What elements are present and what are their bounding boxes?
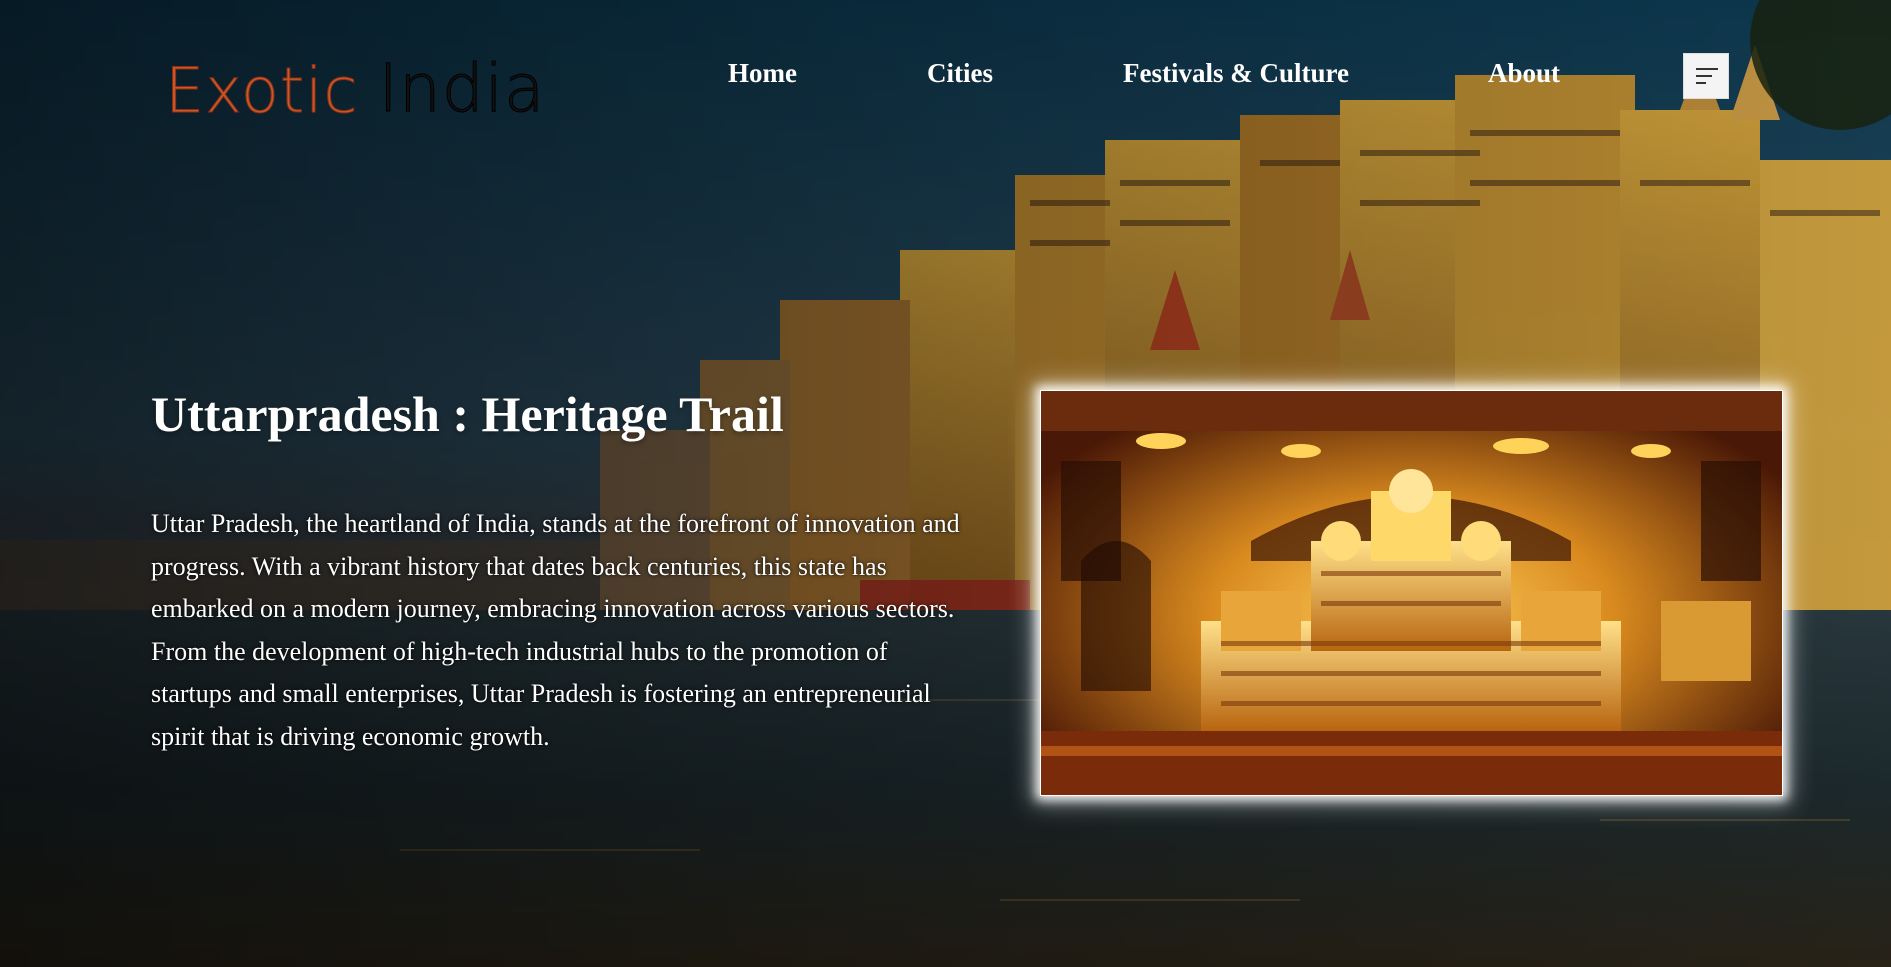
hamburger-menu-icon-line (1696, 75, 1712, 77)
page-title: Uttarpradesh : Heritage Trail (151, 386, 784, 442)
hamburger-menu-icon-line (1696, 82, 1706, 84)
main-navigation: Home Cities Festivals & Culture About (0, 58, 1891, 98)
hamburger-menu-button[interactable] (1683, 53, 1729, 99)
nav-link-home[interactable]: Home (728, 58, 797, 89)
feature-image (1040, 390, 1783, 796)
hero-description: Uttar Pradesh, the heartland of India, s… (151, 509, 960, 751)
nav-link-festivals-culture[interactable]: Festivals & Culture (1123, 58, 1349, 89)
nav-link-about[interactable]: About (1488, 58, 1560, 89)
hamburger-menu-icon (1696, 68, 1718, 70)
nav-link-cities[interactable]: Cities (927, 58, 993, 89)
